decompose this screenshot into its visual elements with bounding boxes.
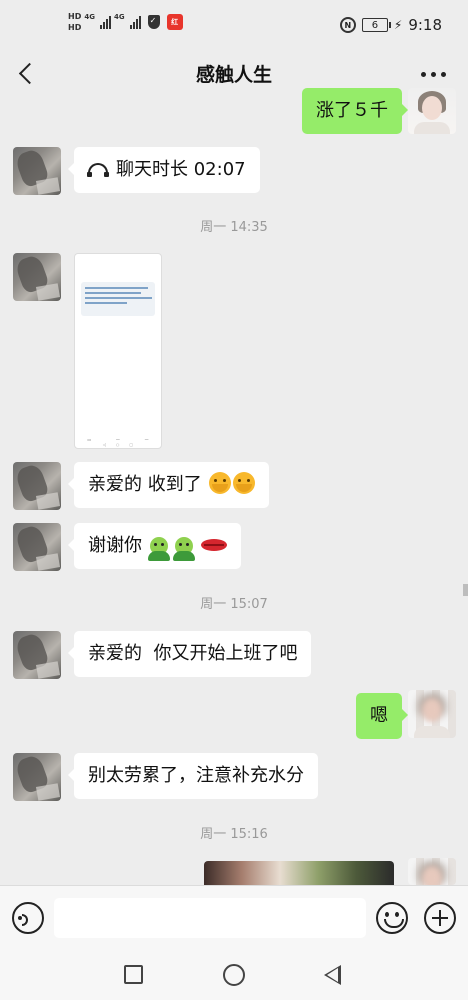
timestamp: 周一 15:16 [200,827,268,842]
message-bubble-left[interactable]: 谢谢你 [67,523,242,569]
shield-icon [147,15,160,29]
charging-icon: ⚡ [393,18,403,32]
timestamp: 周一 15:07 [200,597,268,612]
system-nav-bar [0,949,468,1000]
clock: 9:18 [408,16,442,34]
app-notification-icon: 红 [166,14,183,30]
call-icon [87,163,109,177]
my-avatar[interactable] [408,690,456,738]
message-text: 聊天时长 02:07 [116,159,246,180]
message-text: 别太劳累了，注意补充水分 [88,765,304,786]
plus-icon[interactable] [424,902,456,934]
status-bar: HD HD 4G 4G 红 N 6 ⚡ 9:18 [0,0,468,50]
green-figure-emoji-icon [147,537,170,561]
emoji-icon[interactable] [376,902,408,934]
nfc-icon: N [339,17,356,33]
signal-icon-1 [99,15,111,29]
message-text: 谢谢你 [88,535,142,556]
contact-avatar[interactable] [13,462,61,510]
contact-avatar[interactable] [13,253,61,301]
my-avatar[interactable] [408,88,456,134]
signal-icon-2 [129,15,141,29]
message-bubble-left[interactable]: 亲爱的 你又开始上班了吧 [67,631,312,677]
contact-avatar[interactable] [13,631,61,679]
message-text: 涨了５千 [316,100,388,121]
chat-title: 感触人生 [195,64,272,86]
message-bubble-right[interactable]: 嗯 [356,693,408,739]
image-message[interactable] [204,861,394,885]
my-avatar[interactable] [408,858,456,885]
status-right: N 6 ⚡ 9:18 [339,16,442,34]
image-message[interactable]: ▭ — — ◁ ○ ▢ [74,253,162,449]
message-text: 亲爱的 收到了 [88,474,202,495]
scroll-indicator[interactable] [463,584,468,596]
network-label-1: 4G [84,13,95,21]
recent-apps-icon[interactable] [124,965,143,984]
call-record-bubble[interactable]: 聊天时长 02:07 [68,147,260,193]
message-bubble-right[interactable]: 涨了５千 [302,88,408,134]
hd-label-1: HD [68,12,82,21]
input-bar [0,885,468,949]
voice-icon[interactable] [12,902,44,934]
contact-avatar[interactable] [13,147,61,195]
battery-icon: 6 [361,18,391,32]
message-bubble-left[interactable]: 别太劳累了，注意补充水分 [68,753,318,799]
green-figure-emoji-icon [173,537,196,561]
message-bubble-left[interactable]: 亲爱的 收到了 [67,462,270,508]
blushing-emoji-icon [233,472,256,494]
home-icon[interactable] [223,964,245,986]
blushing-emoji-icon [209,472,232,494]
message-input[interactable] [54,898,366,938]
hd-label-2: HD [68,23,82,32]
lips-emoji-icon [201,539,228,551]
message-text: 亲爱的 你又开始上班了吧 [88,643,298,664]
more-icon[interactable] [421,72,446,77]
status-left: HD HD 4G 4G 红 [68,12,183,32]
system-back-icon[interactable] [324,965,341,985]
timestamp: 周一 14:35 [200,220,268,235]
network-label-2: 4G [113,13,125,21]
contact-avatar[interactable] [13,753,61,801]
contact-avatar[interactable] [13,523,61,571]
message-text: 嗯 [370,705,388,726]
